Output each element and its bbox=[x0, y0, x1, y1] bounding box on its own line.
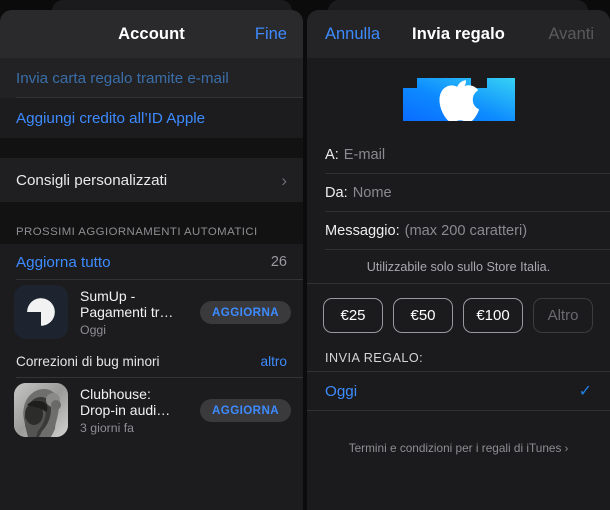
page-title: Account bbox=[118, 24, 185, 43]
message-placeholder: (max 200 caratteri) bbox=[404, 223, 528, 239]
app-meta: SumUp - Pagamenti tr… Oggi bbox=[80, 288, 188, 337]
message-label: Messaggio: bbox=[325, 223, 400, 239]
checkmark-icon: ✓ bbox=[578, 383, 592, 400]
update-button[interactable]: AGGIORNA bbox=[200, 398, 291, 422]
send-date-today-row[interactable]: Oggi ✓ bbox=[307, 371, 610, 411]
recipient-label: A: bbox=[325, 147, 339, 163]
account-navbar: Account Fine bbox=[0, 10, 303, 58]
amount-option-25[interactable]: €25 bbox=[323, 298, 383, 333]
release-notes-text: Correzioni di bug minori bbox=[16, 353, 160, 369]
chevron-right-icon: › bbox=[564, 443, 569, 455]
upcoming-updates-section-header: PROSSIMI AGGIORNAMENTI AUTOMATICI bbox=[0, 214, 303, 244]
amount-option-100[interactable]: €100 bbox=[463, 298, 523, 333]
send-gift-navbar: Annulla Invia regalo Avanti bbox=[307, 10, 610, 58]
note-separator bbox=[307, 283, 610, 284]
list-gap-2 bbox=[0, 202, 303, 214]
release-notes-more-link[interactable]: altro bbox=[261, 354, 287, 369]
terms-label: Termini e condizioni per i regali di iTu… bbox=[348, 441, 562, 455]
app-name-line1: Clubhouse: bbox=[80, 385, 151, 402]
recipient-email-field[interactable]: A: E-mail bbox=[307, 136, 610, 174]
amount-option-other[interactable]: Altro bbox=[533, 298, 593, 333]
amount-selector: €25 €50 €100 Altro bbox=[307, 284, 610, 349]
recipient-placeholder: E-mail bbox=[343, 147, 386, 163]
sumup-icon bbox=[14, 285, 68, 339]
account-list: Invia carta regalo tramite e-mail Aggiun… bbox=[0, 58, 303, 442]
message-field[interactable]: Messaggio: (max 200 caratteri) bbox=[307, 212, 610, 250]
done-button[interactable]: Fine bbox=[255, 25, 287, 44]
personalized-recommendations-label: Consigli personalizzati bbox=[16, 171, 168, 189]
update-button[interactable]: AGGIORNA bbox=[200, 300, 291, 324]
app-name-line1: SumUp - bbox=[80, 287, 136, 304]
section-header-label: PROSSIMI AGGIORNAMENTI AUTOMATICI bbox=[16, 226, 258, 238]
store-availability-note: Utilizzabile solo sullo Store Italia. bbox=[307, 250, 610, 284]
next-button[interactable]: Avanti bbox=[548, 25, 594, 44]
sender-placeholder: Nome bbox=[352, 185, 392, 201]
app-name-line2: Drop-in audi… bbox=[80, 401, 171, 418]
app-update-date: Oggi bbox=[80, 322, 106, 337]
release-notes-row[interactable]: Correzioni di bug minori altro bbox=[0, 344, 303, 378]
clubhouse-icon bbox=[14, 383, 68, 437]
add-apple-id-credit-label: Aggiungi credito all’ID Apple bbox=[16, 109, 206, 127]
update-all-label: Aggiorna tutto bbox=[16, 253, 111, 271]
terms-link[interactable]: Termini e condizioni per i regali di iTu… bbox=[307, 441, 610, 455]
apple-gift-card-image bbox=[401, 74, 517, 121]
send-date-today-label: Oggi bbox=[325, 382, 358, 400]
list-gap bbox=[0, 138, 303, 158]
table-row[interactable]: SumUp - Pagamenti tr… Oggi AGGIORNA bbox=[0, 280, 303, 344]
app-store-account-gift-screen: Account Fine Invia carta regalo tramite … bbox=[0, 0, 610, 510]
table-row[interactable]: Clubhouse: Drop-in audi… 3 giorni fa AGG… bbox=[0, 378, 303, 442]
account-panel: Account Fine Invia carta regalo tramite … bbox=[0, 10, 303, 510]
cancel-button[interactable]: Annulla bbox=[325, 25, 380, 44]
send-gift-card-email-row[interactable]: Invia carta regalo tramite e-mail bbox=[0, 58, 303, 98]
sender-name-field[interactable]: Da: Nome bbox=[307, 174, 610, 212]
send-gift-card-email-label: Invia carta regalo tramite e-mail bbox=[16, 69, 229, 87]
send-gift-title: Invia regalo bbox=[412, 24, 505, 43]
app-name-line2: Pagamenti tr… bbox=[80, 303, 174, 320]
store-availability-text: Utilizzabile solo sullo Store Italia. bbox=[366, 260, 551, 274]
update-all-count: 26 bbox=[270, 254, 287, 270]
gift-card-preview[interactable] bbox=[307, 58, 610, 136]
update-all-row[interactable]: Aggiorna tutto 26 bbox=[0, 244, 303, 280]
app-meta: Clubhouse: Drop-in audi… 3 giorni fa bbox=[80, 386, 188, 435]
send-gift-section-header: INVIA REGALO: bbox=[325, 351, 424, 365]
chevron-right-icon: › bbox=[281, 170, 287, 190]
amount-option-50[interactable]: €50 bbox=[393, 298, 453, 333]
send-gift-panel: Annulla Invia regalo Avanti A: E-mail Da… bbox=[307, 10, 610, 510]
app-update-date: 3 giorni fa bbox=[80, 420, 135, 435]
personalized-recommendations-row[interactable]: Consigli personalizzati › bbox=[0, 158, 303, 202]
add-apple-id-credit-row[interactable]: Aggiungi credito all’ID Apple bbox=[0, 98, 303, 138]
sender-label: Da: bbox=[325, 185, 348, 201]
